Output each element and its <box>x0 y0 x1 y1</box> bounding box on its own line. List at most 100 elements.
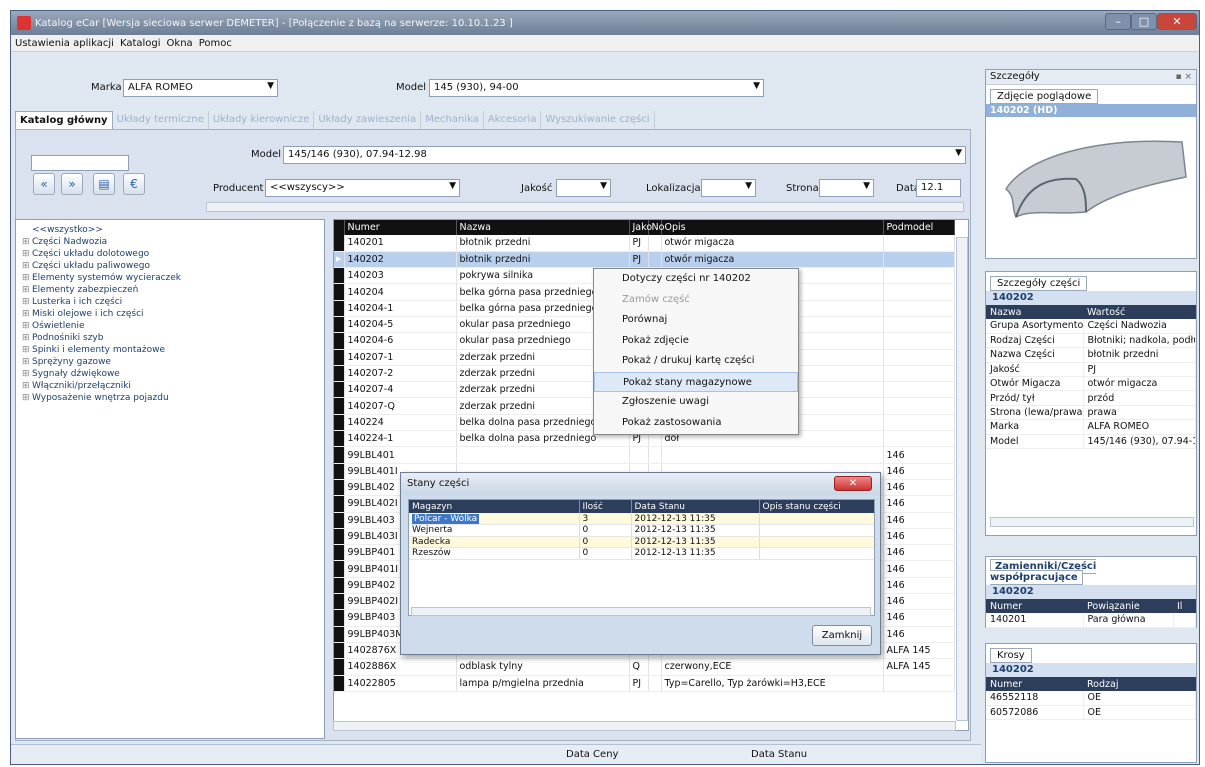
tab-part-details[interactable]: Szczegóły części <box>990 276 1088 291</box>
expand-icon[interactable]: ⊞ <box>22 368 32 380</box>
marka-select[interactable]: ALFA ROMEO ▼ <box>123 79 278 97</box>
table-row[interactable]: ▶ 140202 błotnik przedni PJ otwór migacza <box>334 251 955 269</box>
tree-item[interactable]: ⊞ Spinki i elementy montażowe <box>16 344 324 356</box>
data-field[interactable]: 12.1 <box>916 179 961 197</box>
tree-item[interactable]: ⊞ Sygnały dźwiękowe <box>16 368 324 380</box>
table-row[interactable]: 60572086 OE <box>986 705 1196 721</box>
tab-uklady-kierownicze[interactable]: Układy kierownicze <box>209 111 315 129</box>
table-row[interactable]: Rodzaj Części Błotniki; nadkola, podłuż <box>986 333 1196 349</box>
tree-item[interactable]: <<wszystko>> <box>16 224 324 236</box>
fender-photo[interactable] <box>986 117 1196 237</box>
col-numer[interactable]: Numer <box>344 220 457 235</box>
table-row[interactable]: Model 145/146 (930), 07.94-12 <box>986 434 1196 450</box>
tab-uklady-zawieszenia[interactable]: Układy zawieszenia <box>314 111 422 129</box>
tab-mechanika[interactable]: Mechanika <box>421 111 484 129</box>
table-row[interactable]: 99LBL401 146 <box>334 446 955 464</box>
table-row[interactable]: 140201 Para główna <box>986 613 1196 628</box>
menu-help[interactable]: Pomoc <box>199 38 232 49</box>
strona-select[interactable]: ▼ <box>819 179 874 197</box>
tree-item[interactable]: ⊞ Wyposażenie wnętrza pojazdu <box>16 392 324 404</box>
price-icon[interactable]: € <box>123 173 145 195</box>
ctx-show-photo[interactable]: Pokaż zdjęcie <box>594 331 798 352</box>
col-nazwa[interactable]: Nazwa <box>456 220 630 235</box>
ctx-compare[interactable]: Porównaj <box>594 310 798 331</box>
tree-item[interactable]: ⊞ Elementy zabezpieczeń <box>16 284 324 296</box>
col-opis[interactable]: Opis <box>661 220 884 235</box>
model2-select[interactable]: 145/146 (930), 07.94-12.98 ▼ <box>283 146 966 164</box>
expand-icon[interactable]: ⊞ <box>22 260 32 272</box>
expand-icon[interactable]: ⊞ <box>22 320 32 332</box>
tree-item[interactable]: ⊞ Podnośniki szyb <box>16 332 324 344</box>
ctx-report-issue[interactable]: Zgłoszenie uwagi <box>594 392 798 413</box>
dialog-hscroll[interactable] <box>411 607 871 616</box>
table-row[interactable]: Przód/ tył przód <box>986 390 1196 406</box>
tab-krosy[interactable]: Krosy <box>990 648 1032 663</box>
col-ilosc[interactable]: Ilość <box>579 500 632 513</box>
grid-hscroll[interactable] <box>333 721 956 731</box>
menu-windows[interactable]: Okna <box>167 38 193 49</box>
stock-row[interactable]: Radecka 0 2012-12-13 11:35 <box>409 536 874 548</box>
col-podmodel[interactable]: Podmodel <box>883 220 955 235</box>
jakosc-select[interactable]: ▼ <box>556 179 611 197</box>
ctx-print-card[interactable]: Pokaż / drukuj kartę części <box>594 351 798 372</box>
tree-item[interactable]: ⊞ Części układu paliwowego <box>16 260 324 272</box>
expand-icon[interactable]: ⊞ <box>22 308 32 320</box>
expand-icon[interactable]: ⊞ <box>22 356 32 368</box>
lokalizacja-select[interactable]: ▼ <box>701 179 756 197</box>
col-data-stanu[interactable]: Data Stanu <box>631 500 760 513</box>
close-icon[interactable]: ✕ <box>1157 13 1197 30</box>
ctx-show-stock[interactable]: Pokaż stany magazynowe <box>594 371 798 392</box>
expand-icon[interactable]: ⊞ <box>22 344 32 356</box>
col-opis-stanu[interactable]: Opis stanu części <box>759 500 874 513</box>
table-row[interactable]: 46552118 OE <box>986 691 1196 706</box>
next-icon[interactable]: » <box>61 173 83 195</box>
stock-row[interactable]: Wejnerta 0 2012-12-13 11:35 <box>409 524 874 537</box>
filter-scrollbar[interactable] <box>206 202 964 212</box>
tab-uklady-termiczne[interactable]: Układy termiczne <box>113 111 209 129</box>
search-input[interactable] <box>31 155 129 171</box>
dialog-close-button[interactable]: Zamknij <box>812 625 872 646</box>
dialog-close-icon[interactable]: ✕ <box>834 476 872 491</box>
tab-katalog-glowny[interactable]: Katalog główny <box>15 111 113 129</box>
expand-icon[interactable]: ⊞ <box>22 236 32 248</box>
tab-wyszukiwanie[interactable]: Wyszukiwanie części <box>541 111 655 129</box>
table-row[interactable]: 1402886X odblask tylny Qczerwony,ECE ALFA 1… <box>334 658 955 676</box>
first-icon[interactable]: « <box>33 173 55 195</box>
tab-photo[interactable]: Zdjęcie poglądowe <box>990 89 1099 104</box>
export-icon[interactable]: ▤ <box>93 173 115 195</box>
model-select[interactable]: 145 (930), 94-00 ▼ <box>429 79 764 97</box>
details-hscroll[interactable] <box>990 517 1194 527</box>
ctx-show-usage[interactable]: Pokaż zastosowania <box>594 413 798 434</box>
expand-icon[interactable]: ⊞ <box>22 272 32 284</box>
expand-icon[interactable]: ⊞ <box>22 380 32 392</box>
tree-item[interactable]: ⊞ Elementy systemów wycieraczek <box>16 272 324 284</box>
table-row[interactable]: Nazwa Części błotnik przedni <box>986 347 1196 363</box>
tree-item[interactable]: ⊞ Części Nadwozia <box>16 236 324 248</box>
table-row[interactable]: Otwór Migacza otwór migacza <box>986 376 1196 392</box>
stock-row[interactable]: Polcar - Wólka 3 2012-12-13 11:35 <box>409 513 874 525</box>
tree-item[interactable]: ⊞ Sprężyny gazowe <box>16 356 324 368</box>
table-row[interactable]: Strona (lewa/prawa) prawa <box>986 405 1196 421</box>
pin-icon[interactable]: ▪ × <box>1175 70 1192 84</box>
grid-vscroll[interactable] <box>956 237 968 721</box>
ctx-order-part[interactable]: Zamów część <box>594 290 798 311</box>
table-row[interactable]: Marka ALFA ROMEO <box>986 419 1196 435</box>
tree-item[interactable]: ⊞ Włączniki/przełączniki <box>16 380 324 392</box>
minimize-icon[interactable]: – <box>1105 13 1131 30</box>
table-row[interactable]: 14022805 lampa p/mgielna przednia PJ Typ=Ca… <box>334 675 955 692</box>
producent-select[interactable]: <<wszyscy>> ▼ <box>265 179 460 197</box>
tree-item[interactable]: ⊞ Oświetlenie <box>16 320 324 332</box>
table-row[interactable]: Grupa Asortymento Części Nadwozia <box>986 319 1196 334</box>
col-jakosc[interactable]: Jako <box>629 220 652 235</box>
table-row[interactable]: Jakość PJ <box>986 362 1196 378</box>
tree-item[interactable]: ⊞ Części układu dolotowego <box>16 248 324 260</box>
tab-akcesoria[interactable]: Akcesoria <box>484 111 542 129</box>
expand-icon[interactable]: ⊞ <box>22 332 32 344</box>
expand-icon[interactable]: ⊞ <box>22 392 32 404</box>
tree-item[interactable]: ⊞ Lusterka i ich części <box>16 296 324 308</box>
expand-icon[interactable]: ⊞ <box>22 248 32 260</box>
tab-replacements[interactable]: Zamienniki/Części współpracujące <box>990 559 1097 585</box>
expand-icon[interactable]: ⊞ <box>22 296 32 308</box>
menu-catalogs[interactable]: Katalogi <box>120 38 161 49</box>
table-row[interactable]: 140201 błotnik przedni PJ otwór migacza <box>334 235 955 252</box>
